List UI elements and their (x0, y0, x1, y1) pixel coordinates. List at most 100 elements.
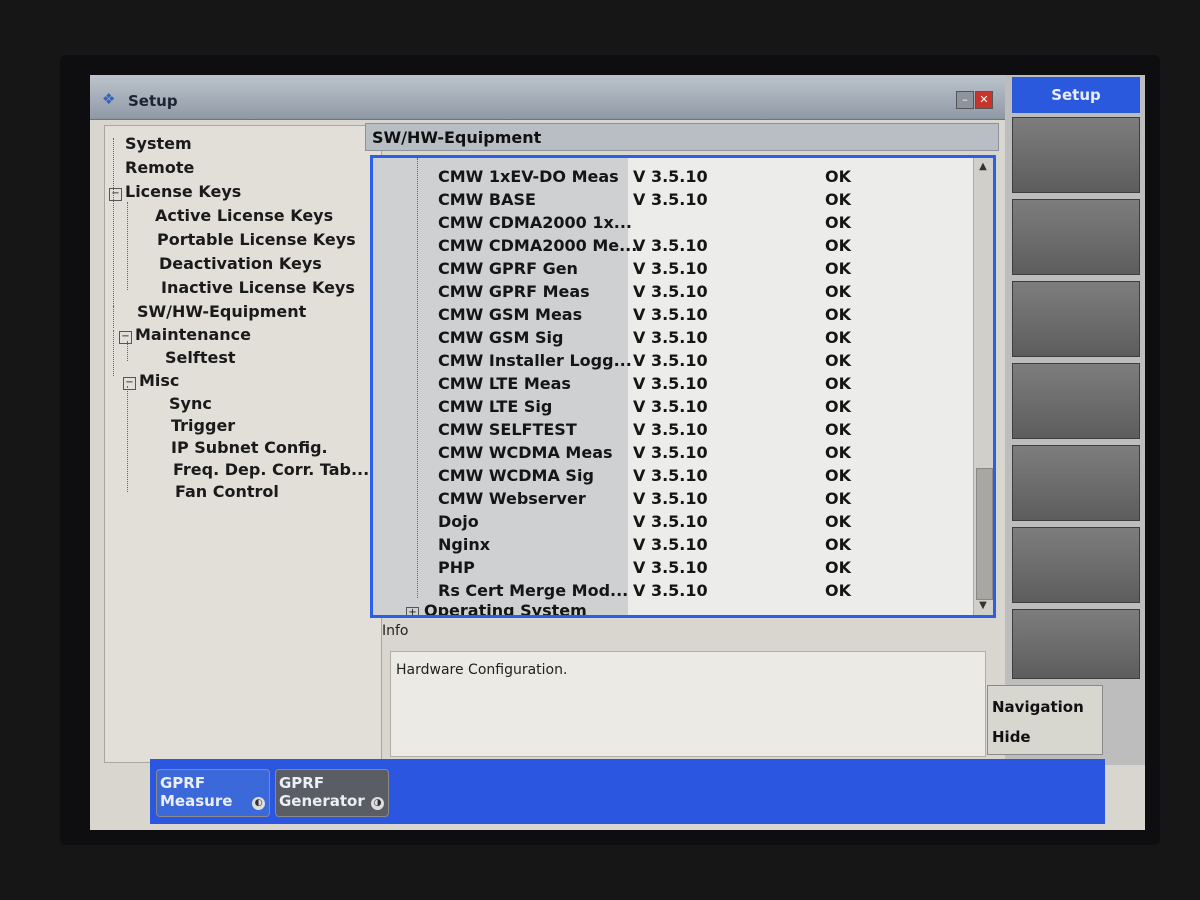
navigation-tree[interactable]: System Remote − License Keys Active Licen… (104, 125, 382, 763)
softkey-setup[interactable]: Setup (1012, 77, 1140, 113)
table-row[interactable]: CMW LTE Meas V 3.5.10 OK (373, 372, 973, 395)
collapse-icon[interactable]: − (119, 331, 132, 344)
row-status: OK (825, 581, 851, 600)
expand-icon[interactable]: + (406, 607, 419, 615)
softkey-blank-2[interactable] (1012, 199, 1140, 275)
row-version: V 3.5.10 (633, 443, 708, 462)
tree-connector (127, 202, 128, 290)
row-version: V 3.5.10 (633, 236, 708, 255)
setup-app-icon: ❖ (102, 90, 116, 108)
tree-item-active-license-keys[interactable]: Active License Keys (155, 206, 333, 225)
gprf-generator-button[interactable]: GPRF Generator ◑ (275, 769, 389, 817)
table-row[interactable]: CMW BASE V 3.5.10 OK (373, 188, 973, 211)
row-version: V 3.5.10 (633, 190, 708, 209)
table-row[interactable]: CMW GPRF Gen V 3.5.10 OK (373, 257, 973, 280)
table-row[interactable]: Nginx V 3.5.10 OK (373, 533, 973, 556)
row-status: OK (825, 190, 851, 209)
row-status: OK (825, 374, 851, 393)
close-icon[interactable]: ✕ (975, 91, 993, 109)
row-status: OK (825, 397, 851, 416)
table-row[interactable]: Dojo V 3.5.10 OK (373, 510, 973, 533)
row-version: V 3.5.10 (633, 466, 708, 485)
row-name: CMW CDMA2000 Me... (438, 236, 638, 255)
row-version: V 3.5.10 (633, 328, 708, 347)
row-name: Nginx (438, 535, 491, 554)
minimize-icon[interactable]: – (956, 91, 974, 109)
table-row[interactable]: CMW WCDMA Meas V 3.5.10 OK (373, 441, 973, 464)
tree-connector (113, 138, 114, 306)
table-row[interactable]: CMW Installer Logg... V 3.5.10 OK (373, 349, 973, 372)
tree-item-deactivation-keys[interactable]: Deactivation Keys (159, 254, 322, 273)
gprf-measure-button[interactable]: GPRF Measure ◐ (156, 769, 270, 817)
row-name: PHP (438, 558, 475, 577)
row-name: CMW GSM Sig (438, 328, 564, 347)
softkey-blank-5[interactable] (1012, 445, 1140, 521)
tree-item-maintenance[interactable]: − Maintenance (119, 325, 251, 344)
tree-item-fan-control[interactable]: Fan Control (175, 482, 279, 501)
table-row[interactable]: CMW 1xEV-DO Meas V 3.5.10 OK (373, 165, 973, 188)
table-row[interactable]: CMW SELFTEST V 3.5.10 OK (373, 418, 973, 441)
row-name: CMW Installer Logg... (438, 351, 632, 370)
tree-item-operating-system[interactable]: + Operating System (406, 601, 587, 615)
softkey-blank-1[interactable] (1012, 117, 1140, 193)
row-status: OK (825, 512, 851, 531)
info-text: Hardware Configuration. (396, 662, 568, 678)
collapse-icon[interactable]: − (123, 377, 136, 390)
softkey-blank-6[interactable] (1012, 527, 1140, 603)
softkey-blank-4[interactable] (1012, 363, 1140, 439)
row-version: V 3.5.10 (633, 397, 708, 416)
tree-item-freq-dep-corr-tab[interactable]: Freq. Dep. Corr. Tab... (173, 460, 369, 479)
task-bar: GPRF Measure ◐ GPRF Generator ◑ (150, 759, 1105, 824)
table-row[interactable]: CMW CDMA2000 Me... V 3.5.10 OK (373, 234, 973, 257)
scroll-up-icon[interactable]: ▲ (976, 160, 990, 174)
tree-item-misc[interactable]: − Misc (123, 371, 179, 390)
row-name: CMW 1xEV-DO Meas (438, 167, 619, 186)
measure-status-icon: ◐ (252, 797, 265, 810)
row-name: CMW GPRF Meas (438, 282, 590, 301)
tree-item-selftest[interactable]: Selftest (165, 348, 236, 367)
softkey-hide-label: Hide (992, 728, 1031, 746)
row-status: OK (825, 259, 851, 278)
softkey-blank-3[interactable] (1012, 281, 1140, 357)
row-name: CMW GSM Meas (438, 305, 583, 324)
table-row[interactable]: PHP V 3.5.10 OK (373, 556, 973, 579)
row-version: V 3.5.10 (633, 374, 708, 393)
collapse-icon[interactable]: − (109, 188, 122, 201)
row-name: Rs Cert Merge Mod... (438, 581, 629, 600)
softkey-navigation-hide[interactable]: Navigation Hide (987, 685, 1103, 755)
tree-item-trigger[interactable]: Trigger (171, 416, 235, 435)
table-row[interactable]: CMW GSM Meas V 3.5.10 OK (373, 303, 973, 326)
tree-item-remote[interactable]: Remote (125, 158, 194, 177)
tree-item-sw-hw-equipment[interactable]: SW/HW-Equipment (137, 302, 306, 321)
vertical-scrollbar[interactable]: ▲ ▼ (973, 158, 993, 615)
row-status: OK (825, 167, 851, 186)
row-name: CMW WCDMA Sig (438, 466, 594, 485)
tree-item-portable-license-keys[interactable]: Portable License Keys (157, 230, 356, 249)
scroll-down-icon[interactable]: ▼ (976, 599, 990, 613)
tree-item-inactive-license-keys[interactable]: Inactive License Keys (161, 278, 355, 297)
panel-title: SW/HW-Equipment (365, 123, 999, 151)
table-row[interactable]: CMW GPRF Meas V 3.5.10 OK (373, 280, 973, 303)
tree-item-sync[interactable]: Sync (169, 394, 212, 413)
table-row[interactable]: CMW Webserver V 3.5.10 OK (373, 487, 973, 510)
tree-item-system[interactable]: System (125, 134, 192, 153)
table-row[interactable]: CMW LTE Sig V 3.5.10 OK (373, 395, 973, 418)
softkey-blank-7[interactable] (1012, 609, 1140, 679)
row-name: CMW BASE (438, 190, 536, 209)
equipment-list[interactable]: CMW 1xEV-DO Meas V 3.5.10 OK CMW BASE V 3.5… (370, 155, 996, 618)
info-box: Hardware Configuration. (390, 651, 986, 757)
tree-item-ip-subnet-config[interactable]: IP Subnet Config. (171, 438, 328, 457)
table-row[interactable]: CMW CDMA2000 1x... OK (373, 211, 973, 234)
window-title-bar[interactable]: ❖ Setup – ✕ (90, 75, 1005, 120)
table-row[interactable]: Rs Cert Merge Mod... V 3.5.10 OK (373, 579, 973, 602)
instrument-screen: ❖ Setup – ✕ System Remote − License Keys … (90, 75, 1145, 830)
row-version: V 3.5.10 (633, 558, 708, 577)
table-row[interactable]: CMW GSM Sig V 3.5.10 OK (373, 326, 973, 349)
tree-item-license-keys[interactable]: − License Keys (109, 182, 241, 201)
row-status: OK (825, 443, 851, 462)
row-version: V 3.5.10 (633, 489, 708, 508)
row-status: OK (825, 236, 851, 255)
scroll-thumb[interactable] (976, 468, 993, 600)
tree-item-label: Misc (139, 371, 180, 390)
table-row[interactable]: CMW WCDMA Sig V 3.5.10 OK (373, 464, 973, 487)
